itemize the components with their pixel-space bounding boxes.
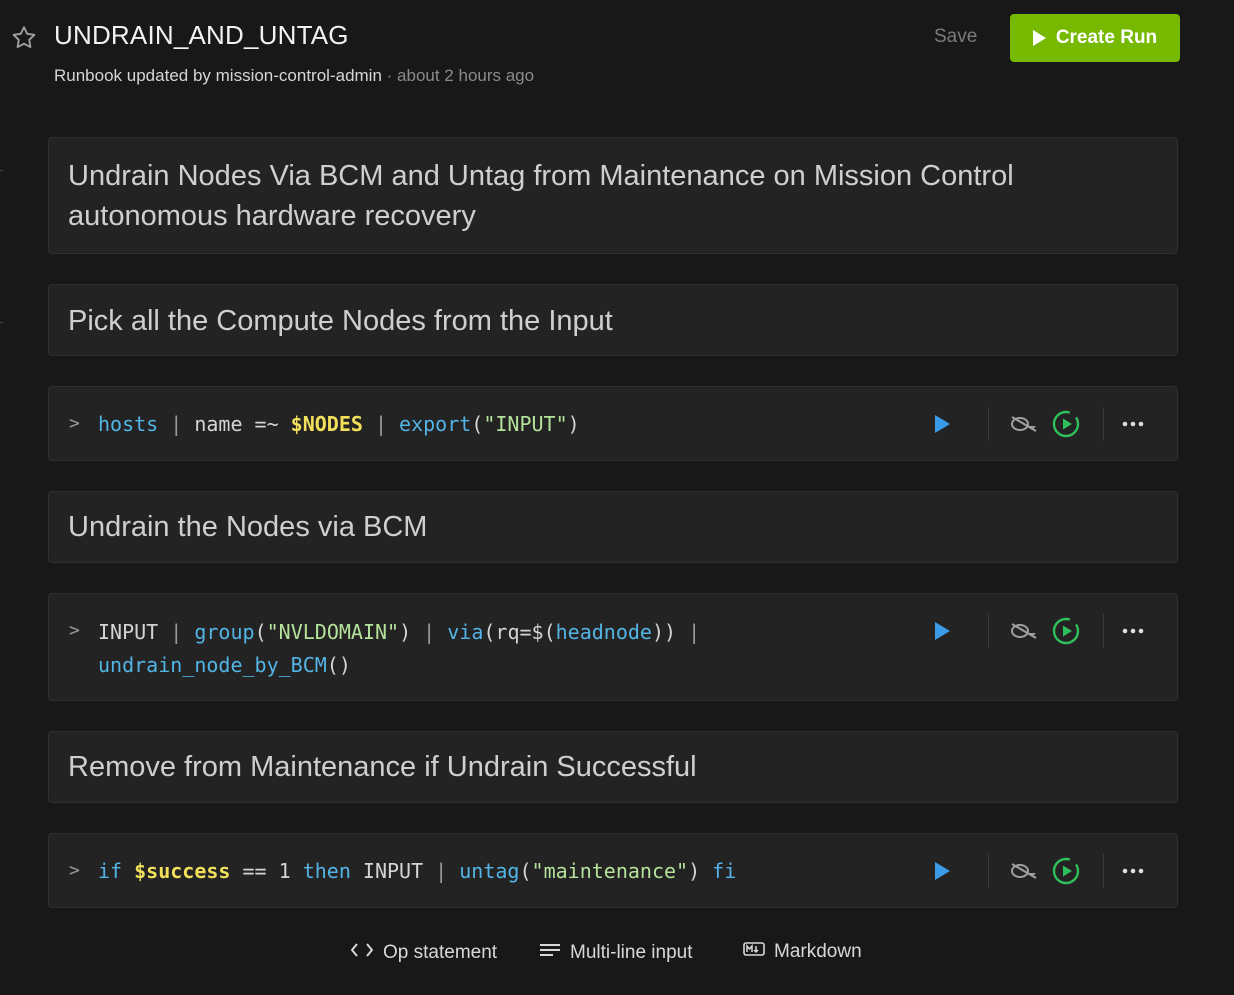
code-token: via (447, 620, 484, 644)
add-cell-bar: Op statement Multi-line input Markdown (0, 935, 1234, 975)
markdown-heading: Undrain the Nodes via BCM (68, 511, 428, 543)
op-code[interactable]: INPUT | group("NVLDOMAIN") | via(rq=$(he… (98, 616, 700, 649)
divider (1103, 854, 1104, 888)
code-token: | (423, 859, 460, 883)
create-run-label: Create Run (1055, 27, 1158, 48)
code-token: then (302, 859, 363, 883)
markdown-heading: Remove from Maintenance if Undrain Succe… (68, 751, 697, 783)
code-token: ( (254, 620, 267, 644)
runbook-title: UNDRAIN_AND_UNTAG (54, 20, 349, 50)
code-token: $success (134, 859, 231, 883)
chevron-right-icon[interactable]: > (69, 620, 80, 641)
code-token: INPUT (362, 859, 424, 883)
code-token: | (158, 412, 195, 436)
create-run-button[interactable]: Create Run (1010, 14, 1180, 62)
more-icon[interactable] (1118, 856, 1148, 886)
code-token: "INPUT" (483, 412, 568, 436)
op-cell[interactable]: > if $success == 1 then INPUT | untag("m… (48, 833, 1178, 908)
code-token: headnode (555, 620, 652, 644)
op-cell[interactable]: > hosts | name =~ $NODES | export("INPUT… (48, 386, 1178, 461)
markdown-icon (743, 941, 765, 963)
code-token: INPUT (98, 620, 159, 644)
code-token: group (194, 620, 255, 644)
code-token: hosts (98, 412, 159, 436)
code-token: "NVLDOMAIN" (266, 620, 400, 644)
updated-by-user: mission-control-admin (215, 66, 382, 85)
update-info: Runbook updated by mission-control-admin… (54, 66, 534, 86)
play-circle-icon[interactable] (1051, 409, 1081, 439)
code-token: ) (567, 412, 580, 436)
cell-actions (927, 594, 1177, 700)
code-token: | (411, 620, 448, 644)
markdown-label: Markdown (774, 941, 862, 962)
code-token: | (158, 620, 195, 644)
chevron-right-icon[interactable]: > (69, 413, 80, 434)
more-icon[interactable] (1118, 409, 1148, 439)
code-token: fi (712, 859, 737, 883)
code-token: ( (471, 412, 484, 436)
play-icon[interactable] (927, 409, 957, 439)
code-brackets-icon (350, 941, 374, 965)
add-op-statement-button[interactable]: Op statement (350, 941, 497, 965)
page-header: UNDRAIN_AND_UNTAG Runbook updated by mis… (0, 0, 1234, 100)
code-token: ) (688, 859, 713, 883)
divider (988, 854, 989, 888)
divider (1103, 614, 1104, 648)
chevron-right-icon[interactable]: > (69, 860, 80, 881)
code-token: () (326, 653, 351, 677)
multi-line-input-label: Multi-line input (570, 942, 693, 963)
code-token: | (362, 412, 400, 436)
code-token: export (399, 412, 472, 436)
play-circle-icon[interactable] (1051, 856, 1081, 886)
play-icon (1032, 30, 1046, 46)
star-icon[interactable] (10, 24, 38, 52)
lines-icon (539, 941, 561, 965)
more-icon[interactable] (1118, 616, 1148, 646)
divider (988, 614, 989, 648)
play-icon[interactable] (927, 856, 957, 886)
code-token: undrain_node_by_BCM (98, 653, 327, 677)
divider (988, 407, 989, 441)
eye-off-icon[interactable] (1009, 409, 1039, 439)
add-multi-line-input-button[interactable]: Multi-line input (539, 941, 693, 965)
code-token: | (676, 620, 701, 644)
code-token: ( (519, 859, 532, 883)
markdown-cell[interactable]: Undrain the Nodes via BCM (48, 491, 1178, 563)
code-token: if (98, 859, 135, 883)
code-token: name =~ (194, 412, 291, 436)
code-token: )) (651, 620, 677, 644)
op-statement-label: Op statement (383, 942, 498, 963)
add-markdown-button[interactable]: Markdown (743, 941, 862, 963)
cell-actions (927, 834, 1177, 907)
op-code[interactable]: if $success == 1 then INPUT | untag("mai… (98, 855, 736, 888)
code-token: (rq=$( (483, 620, 556, 644)
code-token: untag (459, 859, 520, 883)
markdown-cell-title[interactable]: Undrain Nodes Via BCM and Untag from Mai… (48, 137, 1178, 254)
markdown-cell[interactable]: Remove from Maintenance if Undrain Succe… (48, 731, 1178, 803)
eye-off-icon[interactable] (1009, 616, 1039, 646)
markdown-heading: Pick all the Compute Nodes from the Inpu… (68, 305, 613, 337)
updated-time: · about 2 hours ago (386, 66, 535, 85)
divider (1103, 407, 1104, 441)
edge-mark (0, 322, 3, 323)
play-circle-icon[interactable] (1051, 616, 1081, 646)
code-token: $NODES (290, 412, 363, 436)
play-icon[interactable] (927, 616, 957, 646)
code-token: "maintenance" (531, 859, 689, 883)
code-token: ) (399, 620, 412, 644)
op-code-continued[interactable]: undrain_node_by_BCM() (98, 649, 351, 682)
cell-actions (927, 387, 1177, 460)
runbook-heading: Undrain Nodes Via BCM and Untag from Mai… (68, 160, 1014, 232)
code-token: == 1 (230, 859, 303, 883)
markdown-cell[interactable]: Pick all the Compute Nodes from the Inpu… (48, 284, 1178, 356)
op-code[interactable]: hosts | name =~ $NODES | export("INPUT") (98, 408, 580, 441)
edge-mark (0, 170, 3, 171)
op-cell[interactable]: > INPUT | group("NVLDOMAIN") | via(rq=$(… (48, 593, 1178, 701)
updated-by-label: Runbook updated by (54, 66, 211, 85)
save-button[interactable]: Save (934, 26, 977, 48)
eye-off-icon[interactable] (1009, 856, 1039, 886)
